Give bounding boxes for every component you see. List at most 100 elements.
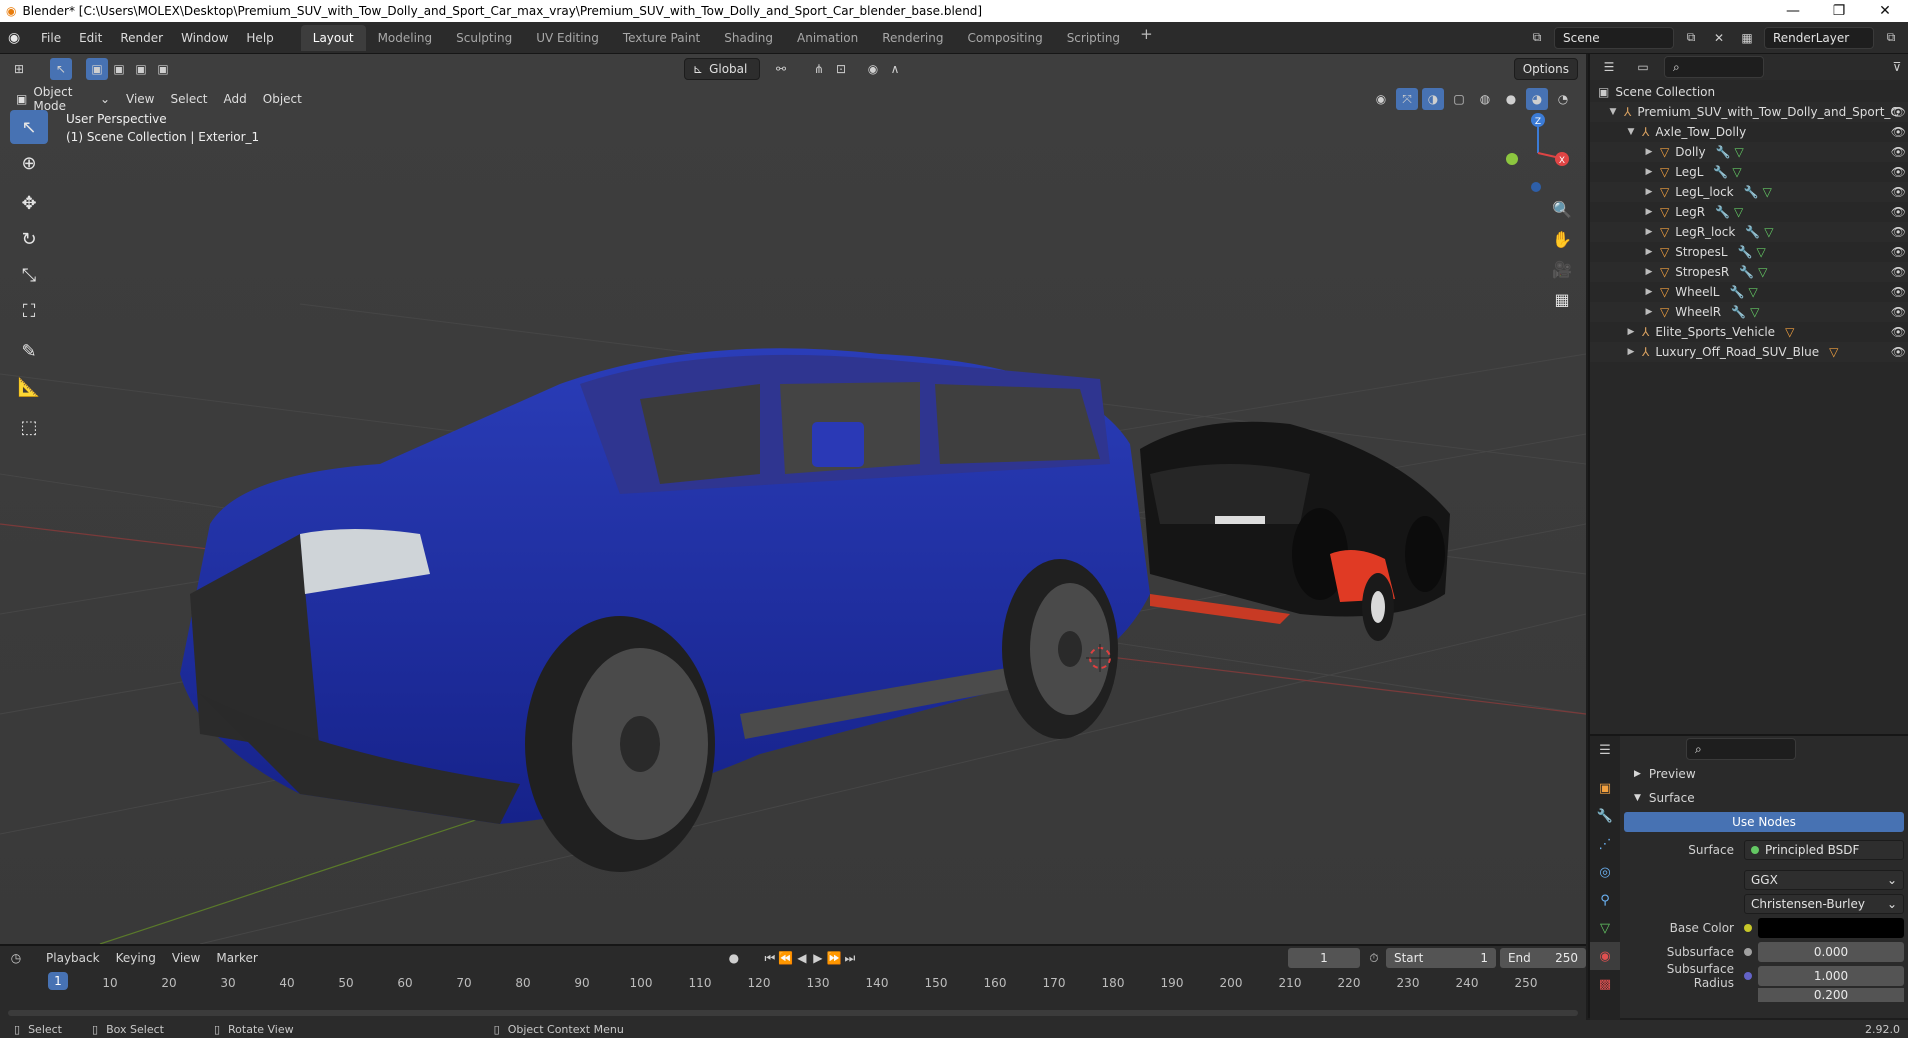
close-button[interactable]: ✕: [1862, 3, 1908, 19]
add-cube-tool-icon[interactable]: ⬚: [10, 410, 48, 444]
mesh-data-icon[interactable]: ▽: [1829, 345, 1838, 359]
surface-section[interactable]: ▼ Surface: [1624, 786, 1908, 810]
object-props-icon[interactable]: ▣: [1590, 774, 1620, 802]
expand-arrow-icon[interactable]: ▶: [1642, 307, 1656, 317]
tab-shading[interactable]: Shading: [712, 25, 785, 51]
eye-icon[interactable]: 👁: [1891, 185, 1906, 199]
mesh-data-icon[interactable]: ▽: [1756, 245, 1765, 259]
eye-icon[interactable]: 👁: [1891, 165, 1906, 179]
menu-object[interactable]: Object: [255, 92, 310, 106]
modifier-icon[interactable]: 🔧: [1745, 225, 1760, 239]
scene-collection-row[interactable]: ▣ Scene Collection: [1590, 82, 1908, 102]
particles-props-icon[interactable]: ⋰: [1590, 830, 1620, 858]
outliner-row[interactable]: ▶ ▽ Dolly 🔧 ▽ 👁: [1590, 142, 1908, 162]
rendered-shading-icon[interactable]: ◔: [1552, 88, 1574, 110]
falloff-icon[interactable]: ∧: [884, 58, 906, 80]
mesh-data-icon[interactable]: ▽: [1785, 325, 1794, 339]
orientation-dropdown[interactable]: ⊾ Global: [684, 58, 760, 80]
snap-icon[interactable]: ⋔: [808, 58, 830, 80]
scene-remove-icon[interactable]: ✕: [1708, 27, 1730, 49]
mode-intersect-icon[interactable]: ▣: [152, 58, 174, 80]
select-tool-icon[interactable]: ↖: [50, 58, 72, 80]
timeline-scrollbar[interactable]: [8, 1010, 1578, 1016]
scale-tool-icon[interactable]: ⤡: [10, 258, 48, 292]
menu-help[interactable]: Help: [237, 31, 282, 45]
options-dropdown[interactable]: Options: [1513, 58, 1578, 80]
tab-animation[interactable]: Animation: [785, 25, 870, 51]
material-props-icon[interactable]: ◉: [1590, 942, 1620, 970]
3d-viewport[interactable]: ⊞ ↖ ▣ ▣ ▣ ▣ ⊾ Global ⚯ ⋔ ⊡ ◉ ∧ Options ▣…: [0, 54, 1586, 944]
wireframe-shading-icon[interactable]: ◍: [1474, 88, 1496, 110]
distribution-dropdown[interactable]: GGX ⌄: [1744, 870, 1904, 890]
subsurface-radius-y-field[interactable]: 0.200: [1758, 988, 1904, 1002]
jump-keyframe-forward-icon[interactable]: ⏩: [826, 947, 842, 969]
outliner-row[interactable]: ▶ ▽ WheelR 🔧 ▽ 👁: [1590, 302, 1908, 322]
timeline-ruler[interactable]: 10 20 30 40 50 60 70 80 90 100 110 120 1…: [0, 972, 1586, 996]
tab-uv-editing[interactable]: UV Editing: [524, 25, 611, 51]
play-reverse-icon[interactable]: ◀: [794, 947, 810, 969]
navigation-gizmo[interactable]: Z X: [1488, 108, 1578, 198]
maximize-button[interactable]: ❐: [1816, 3, 1862, 19]
select-box-tool-icon[interactable]: ↖: [10, 110, 48, 144]
pivot-icon[interactable]: ⚯: [770, 58, 792, 80]
outliner-row[interactable]: ▼ ⅄ Axle_Tow_Dolly 👁: [1590, 122, 1908, 142]
neg-z-axis-icon[interactable]: [1531, 182, 1541, 192]
end-frame-field[interactable]: End 250: [1499, 948, 1586, 968]
constraints-props-icon[interactable]: ⚲: [1590, 886, 1620, 914]
xray-icon[interactable]: ▢: [1448, 88, 1470, 110]
menu-select[interactable]: Select: [162, 92, 215, 106]
properties-editor-icon[interactable]: ☰: [1590, 736, 1620, 764]
base-color-swatch[interactable]: [1758, 918, 1904, 938]
eye-icon[interactable]: 👁: [1891, 105, 1906, 119]
modifier-icon[interactable]: 🔧: [1730, 285, 1745, 299]
y-axis-icon[interactable]: [1506, 153, 1518, 165]
tab-compositing[interactable]: Compositing: [955, 25, 1054, 51]
record-icon[interactable]: ●: [726, 947, 742, 969]
gizmo-icon[interactable]: ⤧: [1396, 88, 1418, 110]
modifier-props-icon[interactable]: 🔧: [1590, 802, 1620, 830]
outliner-row[interactable]: ▶ ▽ WheelL 🔧 ▽ 👁: [1590, 282, 1908, 302]
mesh-data-icon[interactable]: ▽: [1750, 305, 1759, 319]
expand-arrow-icon[interactable]: ▶: [1642, 207, 1656, 217]
zoom-icon[interactable]: 🔍: [1548, 194, 1576, 224]
transform-tool-icon[interactable]: ⛶: [10, 294, 48, 328]
modifier-icon[interactable]: 🔧: [1738, 245, 1753, 259]
subsurface-method-dropdown[interactable]: Christensen-Burley ⌄: [1744, 894, 1904, 914]
mesh-data-icon[interactable]: ▽: [1758, 265, 1767, 279]
mesh-data-icon[interactable]: ▽: [1735, 145, 1744, 159]
jump-end-icon[interactable]: ⏭: [842, 947, 858, 969]
eye-icon[interactable]: 👁: [1891, 265, 1906, 279]
menu-marker[interactable]: Marker: [208, 951, 265, 965]
expand-arrow-icon[interactable]: ▶: [1642, 267, 1656, 277]
eye-icon[interactable]: 👁: [1891, 145, 1906, 159]
renderlayer-field[interactable]: RenderLayer: [1764, 26, 1874, 49]
filter-icon[interactable]: ⊽: [1886, 56, 1908, 78]
texture-props-icon[interactable]: ▩: [1590, 970, 1620, 998]
ortho-grid-icon[interactable]: ▦: [1548, 284, 1576, 314]
modifier-icon[interactable]: 🔧: [1716, 145, 1731, 159]
tab-layout[interactable]: Layout: [300, 24, 366, 51]
preview-section[interactable]: ▶ Preview: [1624, 762, 1908, 786]
menu-window[interactable]: Window: [172, 31, 237, 45]
move-tool-icon[interactable]: ✥: [10, 186, 48, 220]
eye-icon[interactable]: 👁: [1891, 205, 1906, 219]
eye-icon[interactable]: 👁: [1891, 285, 1906, 299]
data-props-icon[interactable]: ▽: [1590, 914, 1620, 942]
mesh-data-icon[interactable]: ▽: [1734, 205, 1743, 219]
tab-sculpting[interactable]: Sculpting: [444, 25, 524, 51]
display-mode-icon[interactable]: ▭: [1632, 56, 1654, 78]
editor-type-icon[interactable]: ⊞: [8, 58, 30, 80]
playhead-indicator[interactable]: 1: [48, 972, 68, 990]
start-frame-field[interactable]: Start 1: [1385, 948, 1496, 968]
play-icon[interactable]: ▶: [810, 947, 826, 969]
outliner-row[interactable]: ▶ ⅄ Luxury_Off_Road_SUV_Blue ▽ 👁: [1590, 342, 1908, 362]
expand-arrow-icon[interactable]: ▶: [1624, 327, 1638, 337]
pan-hand-icon[interactable]: ✋: [1548, 224, 1576, 254]
eye-icon[interactable]: 👁: [1891, 125, 1906, 139]
expand-arrow-icon[interactable]: ▶: [1642, 247, 1656, 257]
measure-tool-icon[interactable]: 📐: [10, 370, 48, 404]
solid-shading-icon[interactable]: ●: [1500, 88, 1522, 110]
jump-keyframe-back-icon[interactable]: ⏪: [778, 947, 794, 969]
subsurface-field[interactable]: 0.000: [1758, 942, 1904, 962]
jump-start-icon[interactable]: ⏮: [762, 947, 778, 969]
